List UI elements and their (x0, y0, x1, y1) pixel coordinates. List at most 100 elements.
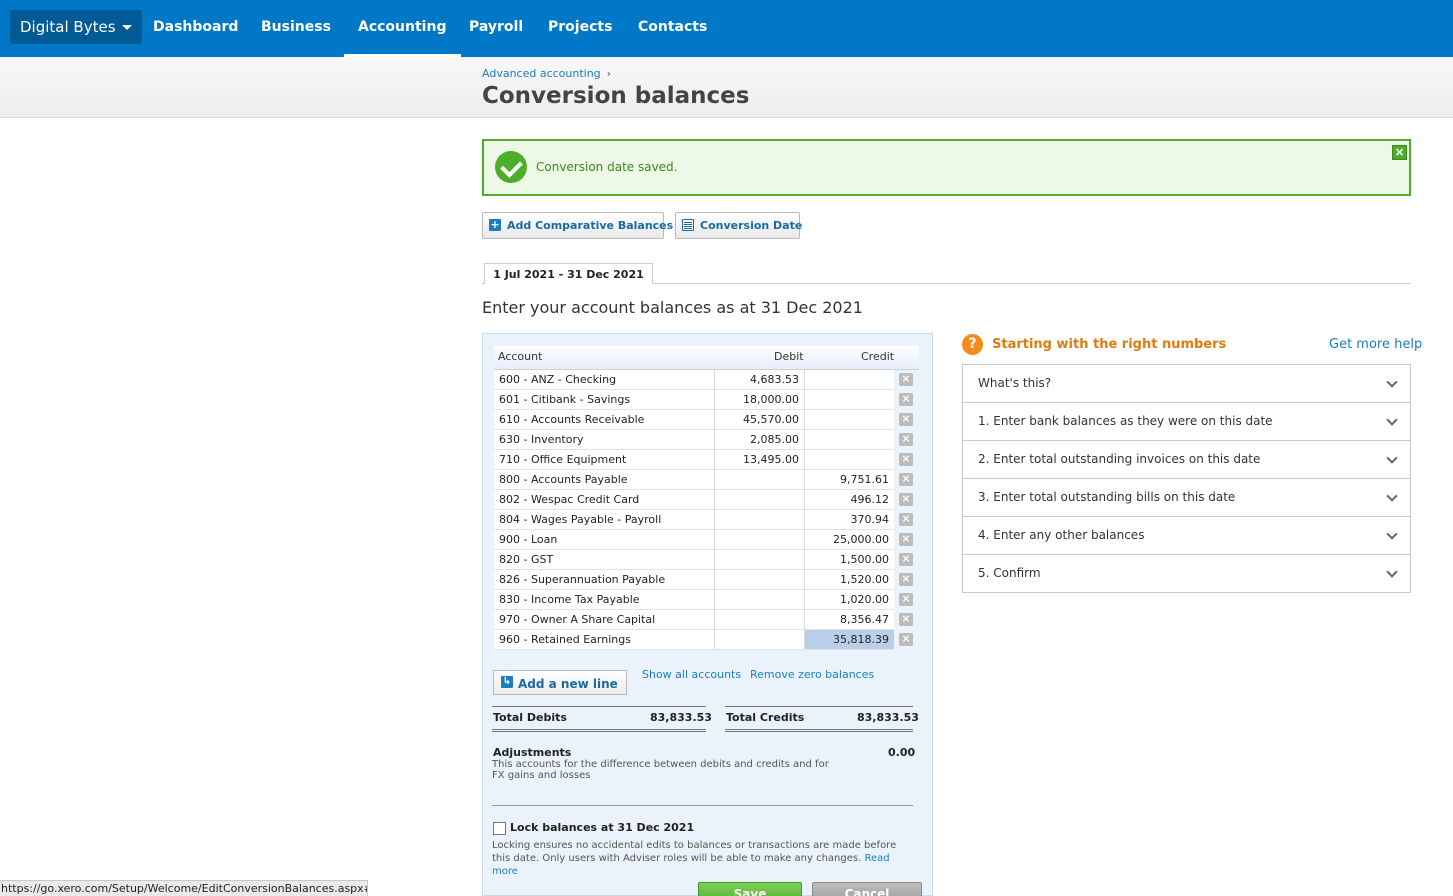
credit-field[interactable]: 1,500.00 (804, 550, 894, 570)
delete-row-icon[interactable]: × (899, 553, 913, 566)
credit-field[interactable]: 25,000.00 (804, 530, 894, 550)
delete-row-icon[interactable]: × (899, 433, 913, 446)
debit-field[interactable] (714, 510, 804, 530)
account-field[interactable]: 802 - Wespac Credit Card (494, 490, 714, 510)
delete-row-icon[interactable]: × (899, 593, 913, 606)
section-heading: Enter your account balances as at 31 Dec… (482, 298, 863, 317)
debit-field[interactable]: 13,495.00 (714, 450, 804, 470)
account-field[interactable]: 804 - Wages Payable - Payroll (494, 510, 714, 530)
account-field[interactable]: 960 - Retained Earnings (494, 630, 714, 650)
credit-field[interactable] (804, 410, 894, 430)
debit-field[interactable] (714, 610, 804, 630)
show-all-accounts-link[interactable]: Show all accounts (642, 668, 741, 681)
delete-row-icon[interactable]: × (899, 453, 913, 466)
delete-row-icon[interactable]: × (899, 613, 913, 626)
add-new-line-button[interactable]: ↳ Add a new line (493, 670, 627, 695)
account-field[interactable]: 900 - Loan (494, 530, 714, 550)
lock-description-text: Locking ensures no accidental edits to b… (492, 840, 897, 864)
chevron-down-icon (1386, 490, 1398, 502)
nav-dashboard[interactable]: Dashboard (153, 0, 238, 57)
help-item-step-3[interactable]: 3. Enter total outstanding bills on this… (962, 478, 1411, 517)
debit-field[interactable] (714, 590, 804, 610)
nav-business[interactable]: Business (261, 0, 331, 57)
get-more-help-link[interactable]: Get more help (1329, 337, 1422, 352)
account-field[interactable]: 630 - Inventory (494, 430, 714, 450)
breadcrumb-link[interactable]: Advanced accounting (482, 67, 601, 80)
delete-row-icon[interactable]: × (899, 413, 913, 426)
help-item-label: What's this? (978, 376, 1052, 390)
header-account: Account (498, 350, 543, 363)
close-icon[interactable]: × (1392, 145, 1407, 160)
delete-row-icon[interactable]: × (899, 473, 913, 486)
debit-field[interactable] (714, 470, 804, 490)
help-item-step-4[interactable]: 4. Enter any other balances (962, 516, 1411, 555)
debit-field[interactable] (714, 530, 804, 550)
nav-accounting[interactable]: Accounting (343, 0, 463, 57)
cancel-button[interactable]: Cancel (812, 882, 922, 896)
lock-balances-checkbox[interactable] (493, 822, 506, 835)
chevron-down-icon (1386, 376, 1398, 388)
account-field[interactable]: 800 - Accounts Payable (494, 470, 714, 490)
account-field[interactable]: 710 - Office Equipment (494, 450, 714, 470)
delete-row-icon[interactable]: × (899, 533, 913, 546)
add-comparative-label: Add Comparative Balances (507, 219, 674, 232)
account-field[interactable]: 820 - GST (494, 550, 714, 570)
nav-contacts[interactable]: Contacts (638, 0, 707, 57)
debit-field[interactable] (714, 630, 804, 650)
credit-field[interactable]: 370.94 (804, 510, 894, 530)
add-comparative-balances-button[interactable]: + Add Comparative Balances (482, 212, 673, 239)
adjustments-description: This accounts for the difference between… (492, 759, 829, 781)
credit-field[interactable]: 1,020.00 (804, 590, 894, 610)
account-field[interactable]: 830 - Income Tax Payable (494, 590, 714, 610)
tab-period[interactable]: 1 Jul 2021 - 31 Dec 2021 (484, 263, 653, 284)
credit-field[interactable]: 35,818.39 (804, 630, 894, 650)
debit-field[interactable]: 18,000.00 (714, 390, 804, 410)
help-item-step-1[interactable]: 1. Enter bank balances as they were on t… (962, 402, 1411, 441)
account-field[interactable]: 610 - Accounts Receivable (494, 410, 714, 430)
help-item-label: 3. Enter total outstanding bills on this… (978, 490, 1236, 504)
help-item-step-5[interactable]: 5. Confirm (962, 554, 1411, 593)
save-button[interactable]: Save (698, 882, 802, 896)
debit-field[interactable] (714, 570, 804, 590)
account-field[interactable]: 826 - Superannuation Payable (494, 570, 714, 590)
credit-field[interactable]: 8,356.47 (804, 610, 894, 630)
delete-row-icon[interactable]: × (899, 513, 913, 526)
account-field[interactable]: 970 - Owner A Share Capital (494, 610, 714, 630)
adjustments-value: 0.00 (888, 746, 916, 759)
debit-field[interactable] (714, 490, 804, 510)
credit-field[interactable]: 9,751.61 (804, 470, 894, 490)
help-item-step-2[interactable]: 2. Enter total outstanding invoices on t… (962, 440, 1411, 479)
account-field[interactable]: 600 - ANZ - Checking (494, 370, 714, 390)
table-header: Account Debit Credit (494, 346, 919, 370)
delete-row-icon[interactable]: × (899, 373, 913, 386)
delete-row-icon[interactable]: × (899, 573, 913, 586)
credit-field[interactable] (804, 430, 894, 450)
credit-field[interactable]: 1,520.00 (804, 570, 894, 590)
credit-field[interactable] (804, 390, 894, 410)
remove-zero-balances-link[interactable]: Remove zero balances (750, 668, 874, 681)
table-row: 601 - Citibank - Savings 18,000.00 × (494, 390, 919, 410)
table-row: 820 - GST 1,500.00 × (494, 550, 919, 570)
table-row: 826 - Superannuation Payable 1,520.00 × (494, 570, 919, 590)
debit-field[interactable]: 4,683.53 (714, 370, 804, 390)
nav-payroll[interactable]: Payroll (469, 0, 523, 57)
credit-field[interactable] (804, 370, 894, 390)
top-nav-bar: Digital Bytes Dashboard Business Account… (0, 0, 1453, 57)
delete-row-icon[interactable]: × (899, 393, 913, 406)
debit-field[interactable]: 2,085.00 (714, 430, 804, 450)
table-row: 710 - Office Equipment 13,495.00 × (494, 450, 919, 470)
org-switcher[interactable]: Digital Bytes (10, 10, 142, 44)
delete-row-icon[interactable]: × (899, 493, 913, 506)
help-item-whats-this[interactable]: What's this? (962, 364, 1411, 403)
debit-field[interactable]: 45,570.00 (714, 410, 804, 430)
delete-row-icon[interactable]: × (899, 633, 913, 646)
status-url: https://go.xero.com/Setup/Welcome/EditCo… (0, 880, 368, 896)
nav-projects[interactable]: Projects (548, 0, 612, 57)
table-row: 960 - Retained Earnings 35,818.39 × (494, 630, 919, 650)
conversion-date-button[interactable]: Conversion Date (675, 212, 802, 239)
debit-field[interactable] (714, 550, 804, 570)
credit-field[interactable]: 496.12 (804, 490, 894, 510)
credit-field[interactable] (804, 450, 894, 470)
account-field[interactable]: 601 - Citibank - Savings (494, 390, 714, 410)
help-item-label: 1. Enter bank balances as they were on t… (978, 414, 1273, 428)
